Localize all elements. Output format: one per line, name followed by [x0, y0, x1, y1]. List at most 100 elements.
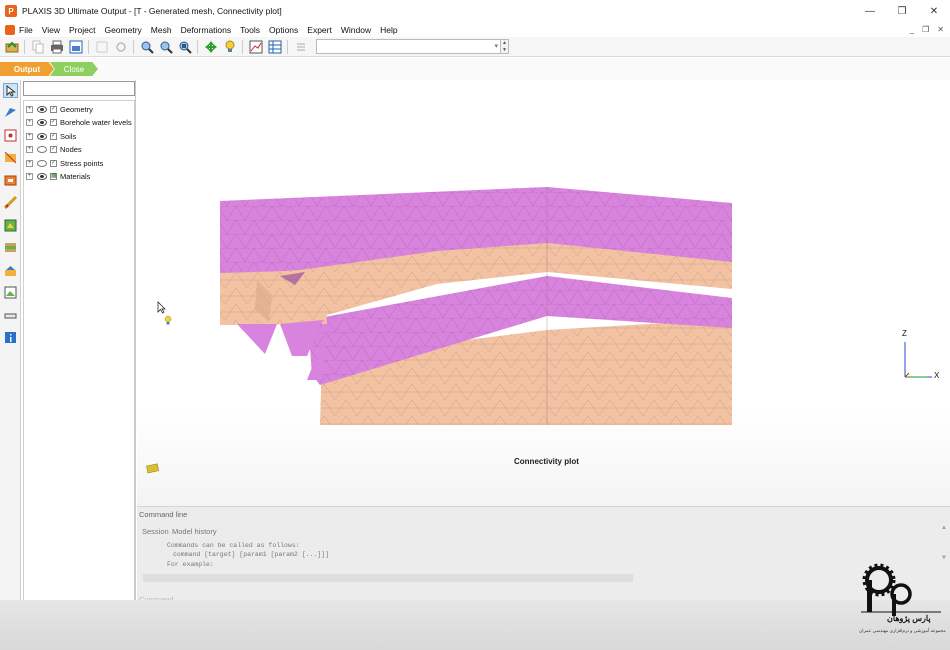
expand-icon[interactable]: + [26, 132, 33, 140]
measure-ruler-icon[interactable] [3, 308, 18, 323]
checkbox[interactable]: ✓ [50, 105, 57, 113]
menu-help[interactable]: Help [380, 25, 397, 35]
phase-selector[interactable]: ▾ [316, 39, 501, 54]
cut-plane-icon[interactable] [3, 173, 18, 188]
horizontal-scrollbar[interactable] [143, 574, 633, 582]
logo-text-fa: پارس پژوهان [887, 614, 931, 623]
document-icon[interactable] [5, 24, 15, 35]
menu-project[interactable]: Project [69, 25, 95, 35]
soil-layers-icon[interactable] [3, 240, 18, 255]
tree-item-nodes[interactable]: + ✓ Nodes [26, 144, 82, 156]
zoom-out-icon[interactable] [158, 39, 174, 55]
menu-expert[interactable]: Expert [307, 25, 332, 35]
zoom-extents-icon[interactable] [177, 39, 193, 55]
select-pointer-icon[interactable] [3, 83, 18, 98]
explorer-search-input[interactable] [23, 81, 135, 96]
hint-lightbulb-icon[interactable] [222, 39, 238, 55]
visibility-eye-icon[interactable] [37, 105, 47, 113]
visibility-eye-icon[interactable] [37, 132, 47, 140]
menu-options[interactable]: Options [269, 25, 298, 35]
checkbox[interactable]: ✓ [50, 132, 57, 140]
print-icon[interactable] [49, 39, 65, 55]
checkbox[interactable]: ✓ [50, 146, 57, 153]
axis-triad [904, 342, 932, 378]
maximize-button[interactable]: ❐ [886, 0, 918, 22]
rotate-view-icon[interactable] [113, 39, 129, 55]
doc-minimize-button[interactable]: _ [910, 25, 914, 34]
checkbox[interactable]: ✓ [50, 119, 57, 126]
expand-icon[interactable]: + [26, 105, 33, 113]
export-image-icon[interactable] [68, 39, 84, 55]
tree-item-soils[interactable]: + ✓ Soils [26, 130, 76, 142]
hidden-eye-icon[interactable] [37, 159, 47, 167]
toolbar-separator [197, 39, 198, 54]
cross-section-icon[interactable] [3, 150, 18, 165]
move-icon[interactable] [203, 39, 219, 55]
model-explorer: + ✓ Geometry + ✓ Borehole water levels +… [22, 80, 136, 605]
zoom-box-icon[interactable] [94, 39, 110, 55]
tree-item-label: Borehole water levels [60, 118, 132, 127]
hidden-eye-icon[interactable] [37, 146, 47, 153]
open-project-icon[interactable] [4, 39, 20, 55]
visibility-eye-icon[interactable] [37, 119, 47, 126]
select-points-curves-icon[interactable] [3, 128, 18, 143]
toolbar-separator [133, 39, 134, 54]
expand-icon[interactable]: + [26, 119, 33, 126]
command-output-line: Commands can be called as follows: [167, 542, 300, 549]
table-icon[interactable] [267, 39, 283, 55]
toolbar-separator [24, 39, 25, 54]
chevron-down-icon: ▾ [494, 43, 498, 50]
phase-spinner[interactable]: ▲ ▼ [501, 39, 509, 54]
chart-icon[interactable] [248, 39, 264, 55]
close-window-button[interactable]: ✕ [918, 0, 950, 22]
zoom-in-icon[interactable] [139, 39, 155, 55]
doc-restore-button[interactable]: ❐ [922, 25, 929, 34]
tree-item-geometry[interactable]: + ✓ Geometry [26, 103, 93, 115]
expand-icon[interactable]: + [26, 173, 33, 180]
view-plane-icon[interactable] [3, 285, 18, 300]
list-icon[interactable] [293, 39, 309, 55]
menu-file[interactable]: File [19, 25, 33, 35]
menu-bar: File View Project Geometry Mesh Deformat… [0, 22, 950, 37]
hide-soil-icon[interactable] [3, 218, 18, 233]
tree-item-label: Materials [60, 172, 91, 181]
visibility-eye-icon[interactable] [37, 173, 47, 180]
tab-model-history[interactable]: Model history [172, 527, 217, 536]
excavation-region [220, 270, 327, 380]
mode-tabs-row: Output Close [0, 58, 950, 80]
menu-tools[interactable]: Tools [240, 25, 260, 35]
structures-icon[interactable] [3, 263, 18, 278]
folder-icon[interactable] [146, 463, 159, 474]
plaxis-app-icon[interactable]: P [5, 5, 17, 17]
draw-distance-icon[interactable] [3, 195, 18, 210]
tree-item-materials[interactable]: + ▦ Materials [26, 171, 90, 183]
model-viewport[interactable]: Z X Connectivity plot [137, 80, 950, 506]
doc-close-button[interactable]: ✕ [937, 25, 944, 34]
menu-geometry[interactable]: Geometry [104, 25, 141, 35]
expand-icon[interactable]: + [26, 159, 33, 167]
tree-item-label: Geometry [60, 104, 93, 114]
info-icon[interactable] [3, 330, 18, 345]
tab-close[interactable]: Close [50, 62, 98, 76]
expand-icon[interactable]: + [26, 146, 33, 153]
minimize-button[interactable]: — [854, 0, 886, 22]
command-output-line: command [target] [param1 [param2 [...]]] [173, 551, 330, 558]
checkbox[interactable]: ✓ [50, 159, 57, 167]
bottom-gradient [0, 600, 950, 650]
menu-deformations[interactable]: Deformations [181, 25, 232, 35]
tab-output[interactable]: Output [0, 62, 54, 76]
rotate-tool-icon[interactable] [3, 105, 18, 120]
copy-icon[interactable] [30, 39, 46, 55]
tree-item-borehole-water-levels[interactable]: + ✓ Borehole water levels [26, 117, 132, 129]
menu-mesh[interactable]: Mesh [151, 25, 172, 35]
title-bar: P PLAXIS 3D Ultimate Output - [T - Gener… [0, 0, 950, 22]
menu-window[interactable]: Window [341, 25, 371, 35]
tree-item-stress-points[interactable]: + ✓ Stress points [26, 157, 103, 169]
checkbox[interactable]: ▦ [50, 173, 57, 180]
x-axis-label: X [934, 371, 940, 380]
tab-session[interactable]: Session [142, 527, 169, 536]
pars-pazhouhan-logo: پارس پژوهان مجموعه آموزشی و نرم‌افزاری م… [857, 562, 946, 640]
side-toolbar [0, 80, 21, 610]
command-line-header: Command line [139, 510, 188, 519]
menu-view[interactable]: View [42, 25, 60, 35]
